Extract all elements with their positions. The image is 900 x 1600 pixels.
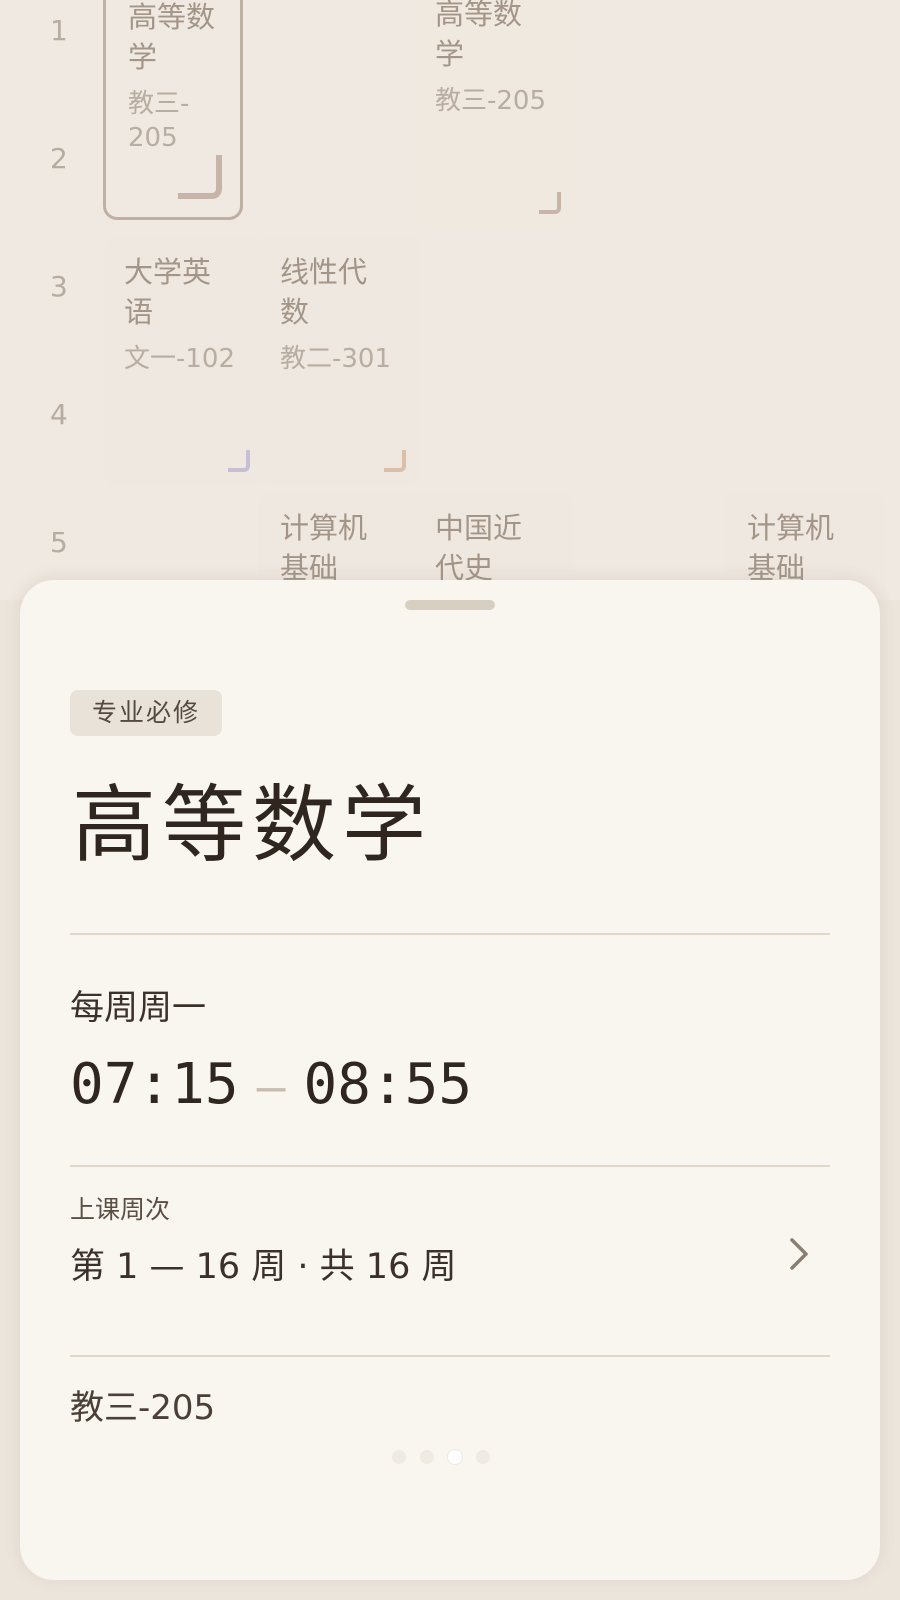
- room-value[interactable]: 教三-205: [70, 1380, 215, 1429]
- course-cell-name: 高等数学: [128, 0, 216, 74]
- page-dot: [476, 1450, 490, 1464]
- page-dot: [420, 1450, 434, 1464]
- page-indicator: [392, 1450, 512, 1470]
- period-number: 3: [50, 270, 68, 303]
- page-dot: [392, 1450, 406, 1464]
- divider: [70, 933, 830, 935]
- course-cell-name: 计算机基础: [747, 511, 835, 585]
- course-cell-name: 高等数学: [435, 0, 523, 71]
- course-cell-name: 线性代数: [280, 255, 368, 329]
- page-dot-active: [448, 1450, 462, 1464]
- course-cell-monday-1[interactable]: 高等数学 教三-205: [103, 0, 243, 220]
- course-type-badge: 专业必修: [70, 690, 223, 736]
- course-cell-room: 文一-102: [124, 344, 236, 374]
- period-number: 5: [50, 526, 68, 559]
- course-cell-room: 教二-301: [280, 344, 392, 374]
- period-number: 4: [50, 398, 68, 431]
- time-start: 07:15: [70, 1052, 239, 1117]
- course-cell-room: 教三-205: [435, 86, 547, 116]
- course-cell-monday-3[interactable]: 大学英语 文一-102: [104, 236, 264, 486]
- weeks-label: 上课周次: [70, 1195, 171, 1224]
- course-title: 高等数学: [72, 776, 433, 874]
- divider: [70, 1355, 830, 1357]
- chevron-right-icon[interactable]: [784, 1230, 816, 1278]
- course-cell-tuesday-3[interactable]: 线性代数 教二-301: [258, 236, 420, 486]
- corner-mark-icon: [178, 155, 222, 199]
- course-cell-room: 教三-205: [128, 89, 190, 153]
- corner-mark-icon: [384, 450, 406, 472]
- time-end: 08:55: [303, 1052, 473, 1117]
- drag-handle[interactable]: [405, 600, 495, 610]
- course-detail-sheet: 专业必修 高等数学 每周周一 07:15 — 08:55 上课周次 第 1 — 16…: [20, 580, 880, 1580]
- weeks-row[interactable]: 上课周次 第 1 — 16 周 · 共 16 周: [70, 1190, 830, 1320]
- course-cell-wednesday-1[interactable]: 高等数学 教三-205: [413, 0, 575, 228]
- divider: [70, 1165, 830, 1167]
- timetable-grid: 1 2 3 4 5 高等数学 教三-205 高等数学 教三-205 大学英语 文…: [0, 0, 900, 600]
- course-cell-name: 中国近代史: [435, 511, 523, 585]
- period-number: 1: [50, 14, 68, 47]
- period-number: 2: [50, 142, 68, 175]
- weeks-value: 第 1 — 16 周 · 共 16 周: [70, 1247, 457, 1287]
- time-range[interactable]: 07:15 — 08:55: [70, 1050, 472, 1122]
- repeat-label: 每周周一: [70, 988, 206, 1028]
- course-cell-name: 大学英语: [124, 255, 212, 329]
- corner-mark-icon: [228, 450, 250, 472]
- corner-mark-icon: [539, 192, 561, 214]
- course-cell-name: 计算机基础: [280, 511, 368, 585]
- time-dash: —: [256, 1059, 286, 1115]
